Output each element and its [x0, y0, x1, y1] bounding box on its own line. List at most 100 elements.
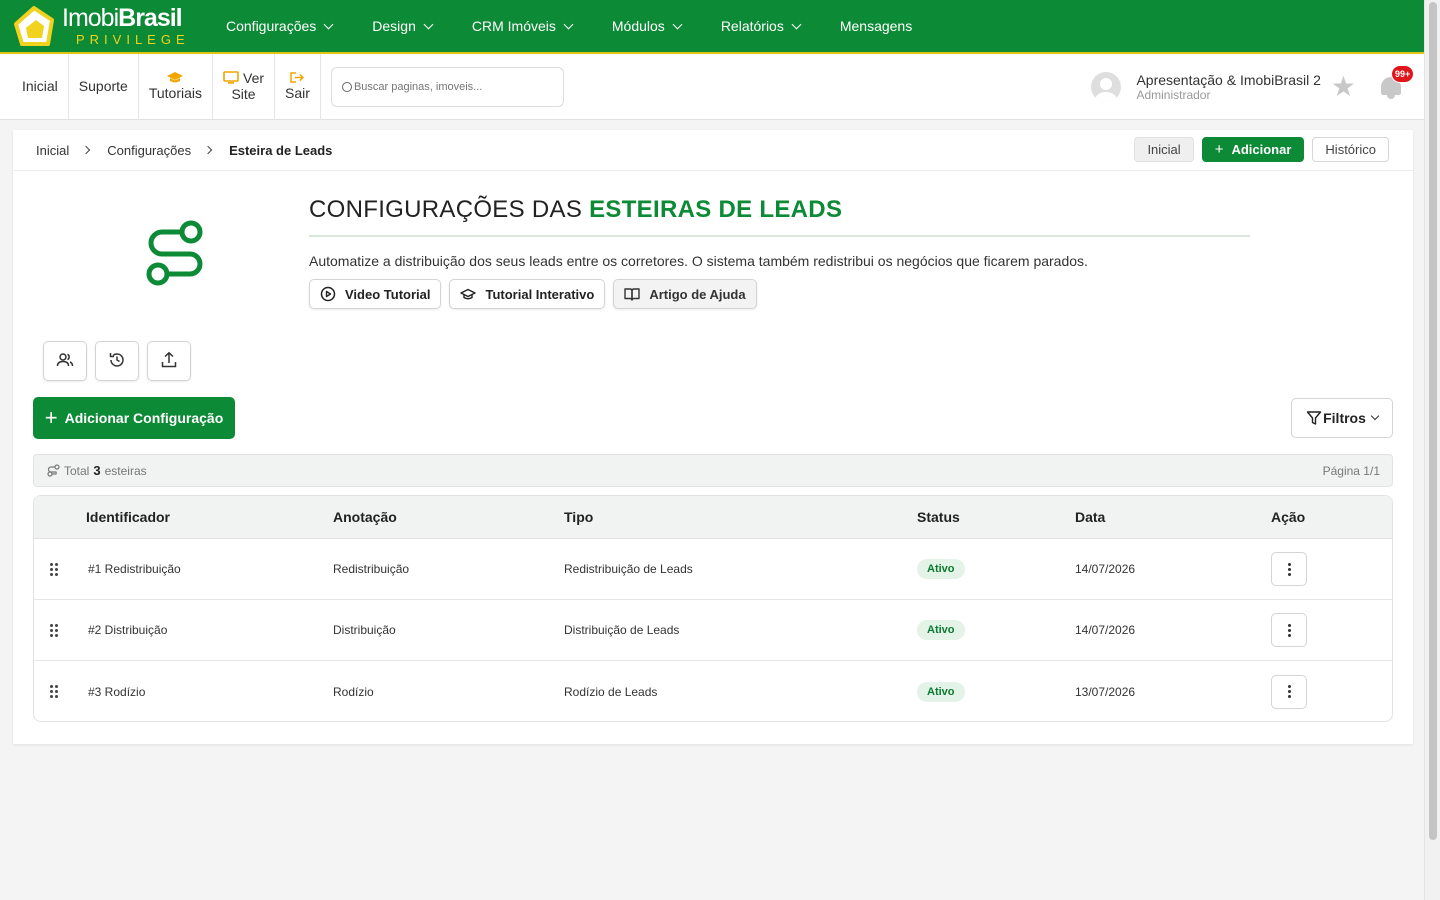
sub-toolbar: Inicial Suporte Tutoriais Ver Site Sair … — [0, 53, 1424, 120]
status-badge: Ativo — [917, 559, 965, 579]
brand-tagline: PRIVILEGE — [76, 32, 190, 47]
history-icon — [108, 351, 126, 372]
toolbar-sair[interactable]: Sair — [275, 53, 321, 120]
cell-identificador: #2 Distribuição — [88, 623, 168, 637]
nav-mensagens[interactable]: Mensagens — [840, 18, 912, 34]
cell-tipo: Redistribuição de Leads — [564, 562, 693, 576]
search-input[interactable] — [353, 80, 554, 93]
drag-handle-icon[interactable] — [50, 562, 86, 576]
nav-modulos[interactable]: Módulos — [611, 18, 683, 34]
search-box[interactable] — [330, 66, 564, 107]
column-header[interactable]: Status — [917, 509, 1075, 525]
column-header[interactable]: Tipo — [564, 509, 917, 525]
users-button[interactable] — [43, 341, 87, 381]
column-header[interactable]: Identificador — [86, 509, 333, 525]
breadcrumb-current: Esteira de Leads — [229, 142, 333, 158]
tutorial-interativo-button[interactable]: Tutorial Interativo — [449, 279, 606, 309]
button-label: Artigo de Ajuda — [649, 286, 746, 302]
user-role: Administrador — [1136, 88, 1211, 102]
brand-name-light: Imobi — [62, 4, 119, 32]
status-badge: Ativo — [917, 681, 965, 702]
toolbar-ver-site[interactable]: Ver Site — [213, 53, 276, 120]
drag-handle-icon[interactable] — [50, 623, 86, 637]
table-row[interactable]: #3 Rodízio Rodízio Rodízio de Leads Ativ… — [34, 661, 1392, 721]
button-label: Histórico — [1325, 142, 1376, 157]
export-button[interactable] — [147, 341, 191, 381]
total-count: 3 — [93, 463, 101, 478]
monitor-icon — [223, 70, 239, 87]
star-icon[interactable]: ★ — [1331, 73, 1356, 101]
cell-identificador: #3 Rodízio — [88, 684, 146, 699]
user-info[interactable]: Apresentação & ImobiBrasil 2 Administrad… — [1136, 72, 1320, 102]
brand-name-bold: Brasil — [118, 4, 182, 32]
toolbar-inicial[interactable]: Inicial — [0, 53, 69, 120]
breadcrumb-configuracoes[interactable]: Configurações — [107, 143, 191, 158]
cell-data: 13/07/2026 — [1075, 684, 1136, 699]
toolbar-label: Ver — [243, 70, 265, 87]
page-title-accent: ESTEIRAS DE LEADS — [589, 196, 843, 223]
history-button[interactable] — [95, 341, 139, 381]
video-tutorial-button[interactable]: Video Tutorial — [309, 279, 442, 309]
add-config-button[interactable]: + Adicionar Configuração — [33, 397, 235, 439]
nav-crm-imoveis[interactable]: CRM Imóveis — [472, 18, 574, 34]
page-scrollbar[interactable] — [1424, 0, 1440, 900]
summary-bar: Total 3 esteiras Página 1/1 — [33, 454, 1393, 487]
avatar[interactable] — [1091, 72, 1122, 102]
more-vertical-icon[interactable] — [1271, 552, 1307, 586]
search-icon — [341, 81, 352, 92]
more-vertical-icon[interactable] — [1271, 674, 1307, 709]
artigo-ajuda-button[interactable]: Artigo de Ajuda — [613, 279, 757, 309]
users-icon — [56, 352, 74, 371]
button-label: Adicionar Configuração — [64, 410, 224, 426]
main-card: Inicial Configurações Esteira de Leads I… — [13, 130, 1413, 744]
column-header[interactable]: Data — [1075, 509, 1271, 525]
cell-identificador: #1 Redistribuição — [88, 562, 181, 576]
nav-label: Mensagens — [839, 18, 913, 34]
breadcrumb-inicial[interactable]: Inicial — [36, 143, 69, 158]
bell-icon[interactable]: 99+ — [1378, 65, 1415, 102]
scrollbar-thumb[interactable] — [1429, 2, 1437, 840]
upload-icon — [160, 351, 178, 372]
route-small-icon — [47, 464, 60, 477]
page-description: Automatize a distribuição dos seus leads… — [309, 253, 1088, 269]
brand-logo[interactable]: ImobiBrasil PRIVILEGE — [12, 2, 202, 50]
status-badge: Ativo — [917, 620, 965, 640]
toolbar-tutoriais[interactable]: Tutoriais — [139, 53, 214, 120]
nav-label: Relatórios — [720, 18, 784, 34]
chevron-down-icon — [423, 19, 434, 29]
page-title-prefix: CONFIGURAÇÕES DAS — [309, 196, 590, 223]
total-unit: esteiras — [104, 463, 147, 478]
filters-button[interactable]: Filtros — [1291, 398, 1393, 438]
logout-icon — [290, 71, 305, 86]
page-indicator: Página 1/1 — [1322, 463, 1380, 478]
historico-button[interactable]: Histórico — [1312, 137, 1389, 162]
plus-icon: + — [1214, 141, 1224, 158]
adicionar-button[interactable]: + Adicionar — [1201, 137, 1305, 162]
nav-label: Módulos — [611, 18, 665, 34]
column-header[interactable]: Anotação — [333, 509, 564, 525]
chevron-down-icon — [791, 19, 802, 29]
column-header: Ação — [1271, 509, 1306, 525]
button-label: Video Tutorial — [345, 286, 431, 302]
nav-configuracoes[interactable]: Configurações — [226, 18, 334, 34]
chevron-down-icon — [323, 19, 334, 29]
nav-label: Configurações — [226, 18, 317, 34]
cell-tipo: Distribuição de Leads — [564, 623, 680, 637]
more-vertical-icon[interactable] — [1271, 613, 1307, 647]
chevron-down-icon — [672, 19, 683, 29]
user-name: Apresentação & ImobiBrasil 2 — [1136, 72, 1321, 88]
route-icon — [143, 218, 209, 288]
top-navbar: ImobiBrasil PRIVILEGE Configurações Desi… — [0, 0, 1424, 54]
inicial-button[interactable]: Inicial — [1134, 137, 1194, 162]
table-row[interactable]: #1 Redistribuição Redistribuição Redistr… — [34, 539, 1392, 600]
esteiras-table: Identificador Anotação Tipo Status Data … — [33, 495, 1393, 722]
graduation-cap-icon — [460, 288, 477, 301]
button-label: Adicionar — [1231, 142, 1292, 157]
nav-design[interactable]: Design — [372, 18, 434, 34]
cell-data: 14/07/2026 — [1075, 562, 1136, 576]
toolbar-label: Suporte — [78, 77, 128, 94]
drag-handle-icon[interactable] — [50, 685, 86, 698]
nav-relatorios[interactable]: Relatórios — [720, 18, 802, 34]
toolbar-suporte[interactable]: Suporte — [69, 53, 139, 120]
table-row[interactable]: #2 Distribuição Distribuição Distribuiçã… — [34, 600, 1392, 661]
